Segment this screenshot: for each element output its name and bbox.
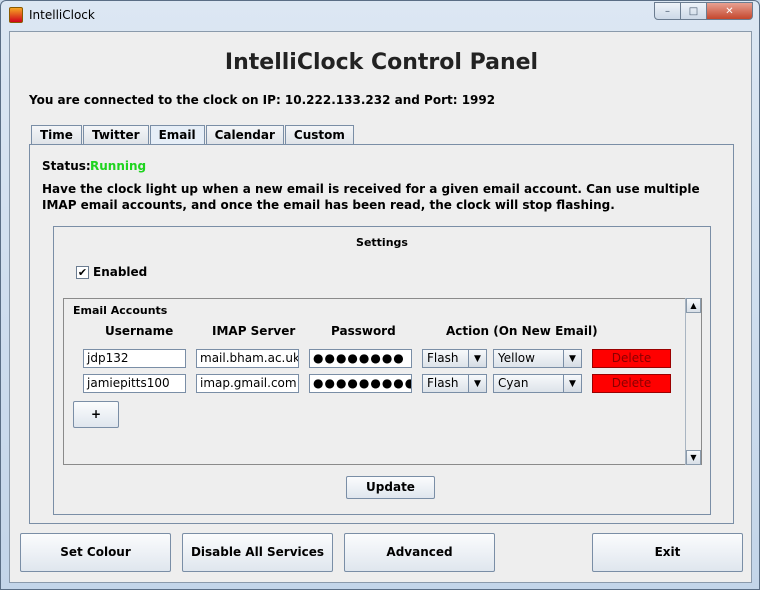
- settings-group: Settings ✔ Enabled Email Accounts Userna…: [53, 226, 711, 515]
- delete-button[interactable]: Delete: [592, 349, 671, 368]
- password-field[interactable]: ●●●●●●●●●: [309, 374, 412, 393]
- action-column-header: Action (On New Email): [446, 324, 598, 338]
- close-button[interactable]: ✕: [707, 2, 753, 20]
- window-controls: – □ ✕: [654, 2, 753, 21]
- connection-info: You are connected to the clock on IP: 10…: [29, 93, 496, 107]
- maximize-button[interactable]: □: [681, 2, 707, 20]
- add-account-button[interactable]: +: [73, 401, 119, 428]
- email-accounts-panel: Email Accounts Username IMAP Server Pass…: [63, 298, 702, 465]
- exit-button[interactable]: Exit: [592, 533, 743, 572]
- action-select[interactable]: Flash ▼: [422, 349, 487, 368]
- tab-custom[interactable]: Custom: [284, 125, 354, 144]
- tab-email[interactable]: Email: [149, 125, 205, 145]
- colour-select[interactable]: Cyan ▼: [493, 374, 582, 393]
- chevron-down-icon: ▼: [563, 375, 581, 392]
- imap-server-field[interactable]: imap.gmail.com: [196, 374, 299, 393]
- username-field[interactable]: jamiepitts100: [83, 374, 186, 393]
- status-value: Running: [90, 159, 147, 173]
- scroll-down-icon[interactable]: ▼: [686, 450, 701, 465]
- colour-select-value: Cyan: [498, 376, 529, 390]
- tab-calendar[interactable]: Calendar: [205, 125, 284, 144]
- email-description: Have the clock light up when a new email…: [42, 182, 700, 212]
- delete-button[interactable]: Delete: [592, 374, 671, 393]
- imap-server-field[interactable]: mail.bham.ac.uk: [196, 349, 299, 368]
- set-colour-button[interactable]: Set Colour: [20, 533, 171, 572]
- settings-title: Settings: [356, 236, 408, 249]
- password-field[interactable]: ●●●●●●●●: [309, 349, 412, 368]
- enabled-row: ✔ Enabled: [76, 265, 147, 279]
- username-column-header: Username: [105, 324, 174, 338]
- email-tab-panel: Status: Running Have the clock light up …: [29, 144, 734, 524]
- username-field[interactable]: jdp132: [83, 349, 186, 368]
- tab-time[interactable]: Time: [31, 125, 82, 144]
- title-bar[interactable]: IntelliClock – □ ✕: [1, 1, 759, 29]
- update-button[interactable]: Update: [346, 476, 435, 499]
- action-select-value: Flash: [427, 351, 459, 365]
- advanced-button[interactable]: Advanced: [344, 533, 495, 572]
- window-title: IntelliClock: [29, 8, 95, 22]
- java-app-icon: [9, 7, 23, 23]
- email-accounts-title: Email Accounts: [73, 304, 168, 317]
- colour-select-value: Yellow: [498, 351, 535, 365]
- password-column-header: Password: [331, 324, 396, 338]
- scroll-up-icon[interactable]: ▲: [686, 298, 701, 313]
- enabled-checkbox[interactable]: ✔: [76, 265, 89, 279]
- page-title: IntelliClock Control Panel: [224, 50, 539, 75]
- accounts-scrollbar[interactable]: ▲ ▼: [685, 298, 701, 465]
- tab-twitter[interactable]: Twitter: [82, 125, 149, 144]
- app-window: IntelliClock – □ ✕ IntelliClock Control …: [0, 0, 760, 590]
- tab-bar: Time Twitter Email Calendar Custom: [31, 125, 355, 145]
- chevron-down-icon: ▼: [468, 350, 486, 367]
- status-label: Status:: [42, 159, 91, 173]
- client-area: IntelliClock Control Panel You are conne…: [9, 31, 752, 583]
- imap-server-column-header: IMAP Server: [212, 324, 296, 338]
- disable-all-services-button[interactable]: Disable All Services: [182, 533, 333, 572]
- chevron-down-icon: ▼: [563, 350, 581, 367]
- minimize-button[interactable]: –: [654, 2, 681, 20]
- action-select-value: Flash: [427, 376, 459, 390]
- colour-select[interactable]: Yellow ▼: [493, 349, 582, 368]
- action-select[interactable]: Flash ▼: [422, 374, 487, 393]
- chevron-down-icon: ▼: [468, 375, 486, 392]
- enabled-label[interactable]: Enabled: [93, 265, 147, 279]
